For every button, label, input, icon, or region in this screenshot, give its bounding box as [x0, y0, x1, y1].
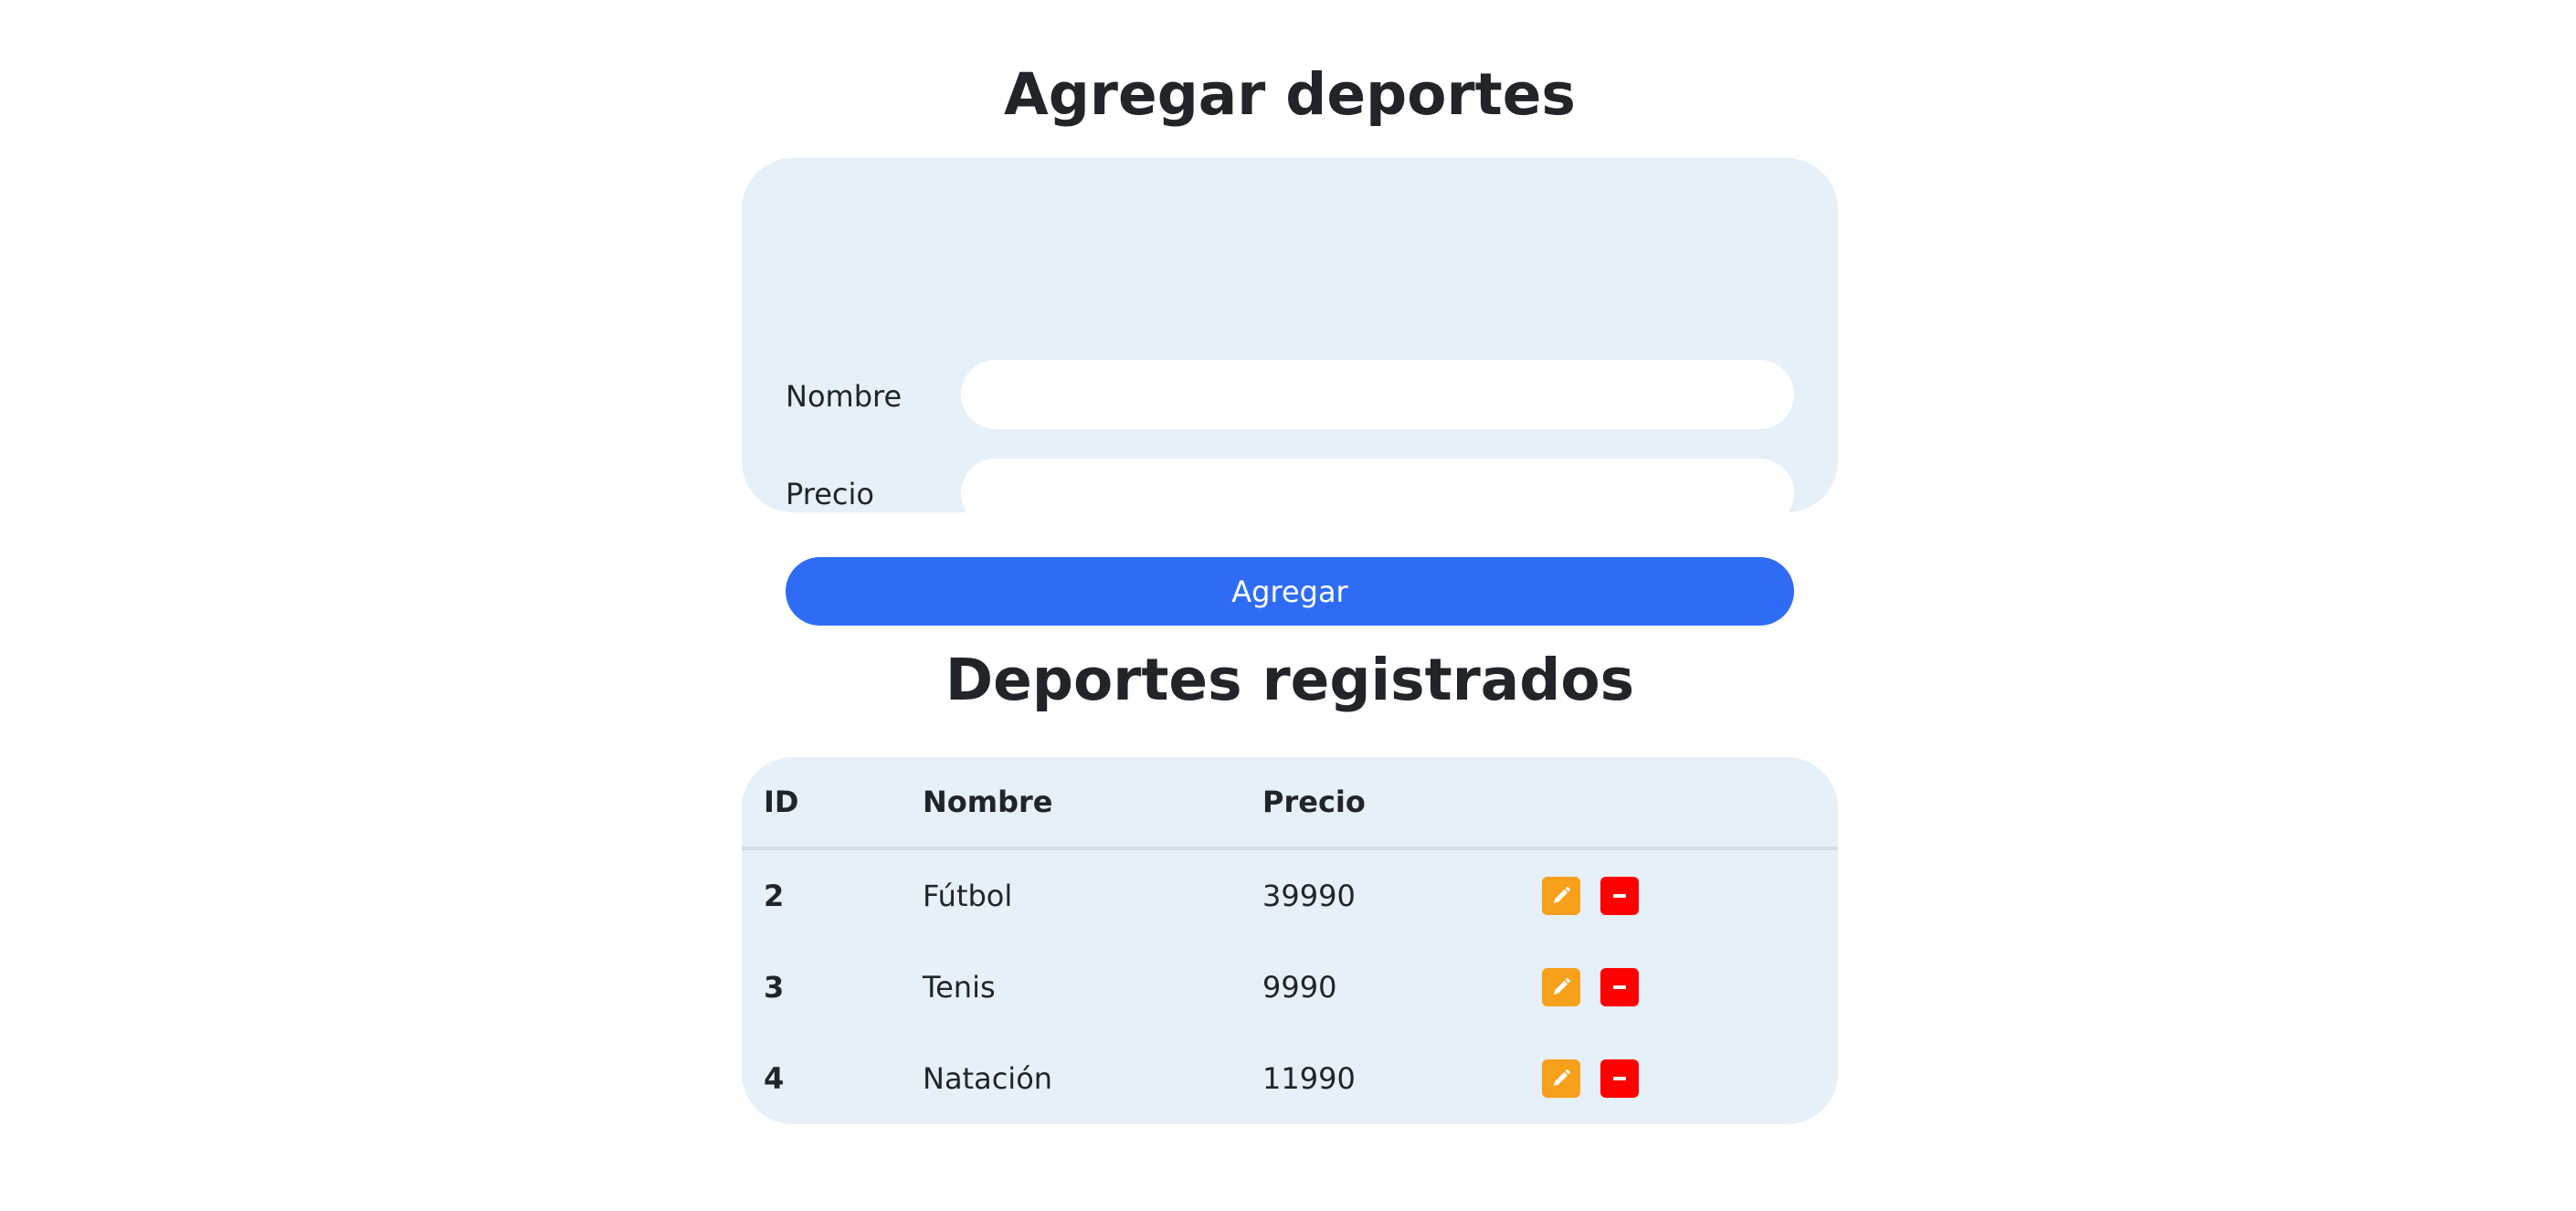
cell-precio: 39990	[1262, 879, 1356, 913]
table-header-row: ID Nombre Precio	[742, 757, 1838, 850]
add-sport-form: Nombre Precio Agregar	[742, 158, 1838, 626]
edit-button[interactable]	[1542, 1059, 1580, 1098]
precio-input[interactable]	[961, 458, 1794, 528]
pencil-icon	[1554, 887, 1570, 903]
cell-actions	[1542, 848, 1838, 942]
row-actions	[1542, 968, 1838, 1006]
minus-icon	[1613, 894, 1626, 898]
cell-id: 3	[764, 970, 785, 1005]
header-actions	[1542, 757, 1838, 850]
table-row: 4 Natación 11990	[742, 1033, 1838, 1124]
row-actions	[1542, 877, 1838, 915]
pencil-icon	[1554, 978, 1570, 995]
form-title: Agregar deportes	[1004, 61, 1576, 128]
table-row: 2 Fútbol 39990	[742, 848, 1838, 942]
agregar-button[interactable]: Agregar	[786, 557, 1794, 626]
minus-icon	[1613, 1077, 1626, 1080]
cell-nombre: Natación	[923, 1061, 1053, 1096]
header-nombre: Nombre	[923, 757, 1262, 850]
row-actions	[1542, 1059, 1838, 1098]
edit-button[interactable]	[1542, 877, 1580, 915]
header-precio: Precio	[1262, 757, 1542, 850]
cell-precio: 9990	[1262, 970, 1337, 1005]
cell-id: 4	[764, 1061, 785, 1096]
delete-button[interactable]	[1600, 968, 1639, 1006]
nombre-input[interactable]	[961, 360, 1794, 429]
edit-button[interactable]	[1542, 968, 1580, 1006]
cell-id: 2	[764, 879, 785, 913]
sports-table: ID Nombre Precio 2 Fútbol 39990 3 Tenis …	[742, 757, 1838, 1124]
delete-button[interactable]	[1600, 1059, 1639, 1098]
precio-label: Precio	[786, 477, 874, 511]
header-id: ID	[742, 757, 923, 850]
minus-icon	[1613, 985, 1626, 989]
nombre-label: Nombre	[786, 379, 903, 414]
table-title: Deportes registrados	[945, 647, 1635, 713]
cell-nombre: Fútbol	[923, 879, 1013, 913]
pencil-icon	[1554, 1069, 1570, 1086]
cell-nombre: Tenis	[923, 970, 996, 1005]
sports-table-card: ID Nombre Precio 2 Fútbol 39990 3 Tenis …	[742, 757, 1838, 1124]
cell-precio: 11990	[1262, 1061, 1356, 1096]
table-row: 3 Tenis 9990	[742, 942, 1838, 1033]
delete-button[interactable]	[1600, 877, 1639, 915]
cell-actions	[1542, 942, 1838, 1033]
cell-actions	[1542, 1033, 1838, 1124]
